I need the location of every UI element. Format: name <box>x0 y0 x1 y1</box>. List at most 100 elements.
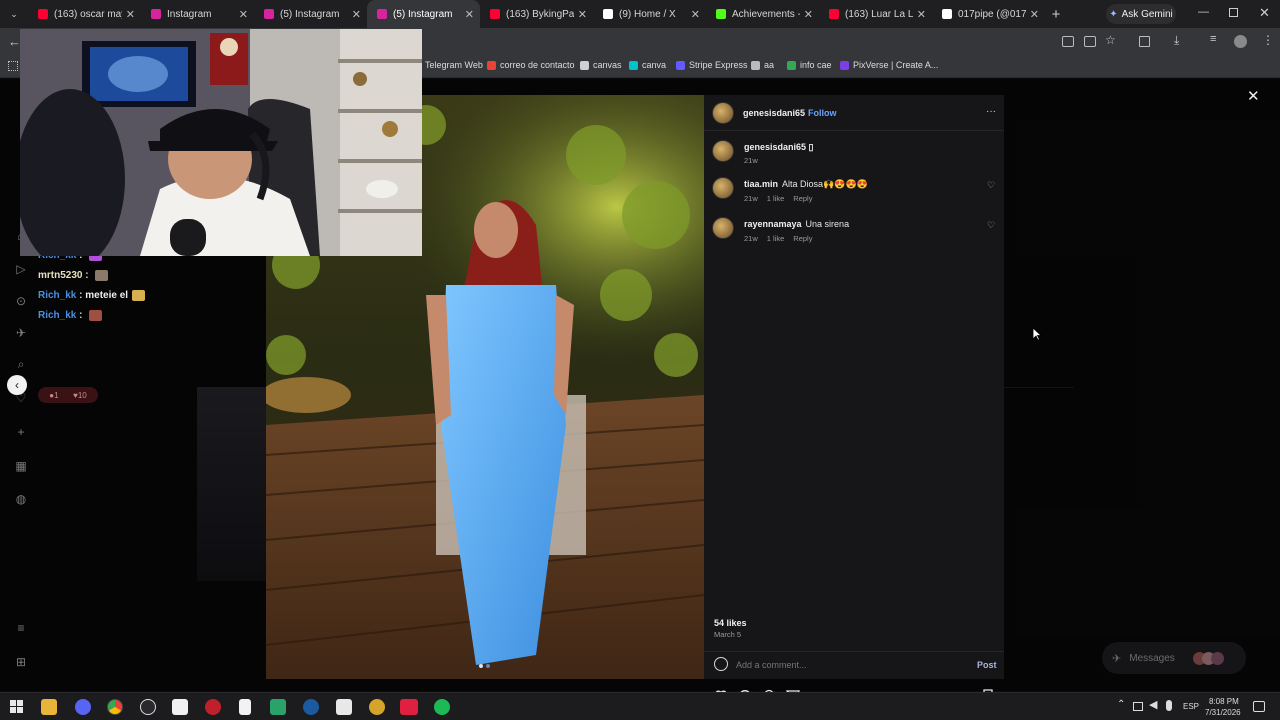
bookmark-item[interactable]: info cae <box>787 60 832 70</box>
messages-nav-icon[interactable]: ✈ <box>14 326 28 340</box>
capcut-icon[interactable] <box>172 699 188 715</box>
tab-close-icon[interactable]: ✕ <box>804 8 813 21</box>
clock-date[interactable]: 7/31/2026 <box>1205 708 1241 717</box>
bookmark-star-icon[interactable]: ☆ <box>1105 33 1116 47</box>
language-indicator[interactable]: ESP <box>1183 702 1199 711</box>
restore-button[interactable] <box>1229 8 1238 17</box>
dashboard-icon[interactable]: ▦ <box>14 459 28 473</box>
start-button[interactable] <box>10 700 23 713</box>
voicemod-icon[interactable] <box>400 699 418 715</box>
tab-close-icon[interactable]: ✕ <box>465 8 474 21</box>
obs-icon[interactable] <box>140 699 156 715</box>
comment-username[interactable]: tiaa.min <box>744 179 778 189</box>
close-modal-icon[interactable]: ✕ <box>1247 87 1260 105</box>
tab-close-icon[interactable]: ✕ <box>578 8 587 21</box>
more-menu-icon[interactable]: ≡ <box>14 621 28 635</box>
comment-reply-button[interactable]: Reply <box>793 194 812 203</box>
apps-icon[interactable] <box>8 61 18 71</box>
search-icon[interactable]: ⌕ <box>14 357 28 371</box>
clock-time[interactable]: 8:08 PM <box>1209 697 1239 706</box>
comment-avatar[interactable] <box>712 177 734 199</box>
comment-reply-button[interactable]: Reply <box>793 234 812 243</box>
tab-close-icon[interactable]: ✕ <box>917 8 926 21</box>
bookmark-item[interactable]: Telegram Web <box>412 60 483 70</box>
app-red-icon[interactable] <box>205 699 221 715</box>
browser-tab[interactable]: Achievements - K ✕ <box>706 0 819 28</box>
phoenix-icon[interactable] <box>270 699 286 715</box>
tray-chevron-icon[interactable]: ⌃ <box>1117 699 1125 710</box>
more-options-icon[interactable]: ··· <box>986 106 996 117</box>
browser-tab[interactable]: 017pipe (@017pip ✕ <box>932 0 1045 28</box>
browser-tab[interactable]: Instagram ✕ <box>141 0 254 28</box>
network-icon[interactable] <box>1133 702 1143 711</box>
volume-icon[interactable]: ◀ <box>1149 698 1157 711</box>
browser-tab[interactable]: (5) Instagram ✕ <box>254 0 367 28</box>
emoji-icon[interactable] <box>714 657 728 671</box>
browser-tab[interactable]: (163) Luar La L x C ✕ <box>819 0 932 28</box>
bookmark-item[interactable]: canva <box>629 60 666 70</box>
author-username[interactable]: genesisdani65 <box>743 108 805 118</box>
ask-gemini-button[interactable]: ✦ Ask Gemini <box>1106 4 1176 24</box>
chrome-icon[interactable] <box>107 699 123 715</box>
browser-tab[interactable]: (9) Home / X ✕ <box>593 0 706 28</box>
comment-input[interactable] <box>736 657 936 673</box>
post-comment-button[interactable]: Post <box>977 660 997 670</box>
steam-icon[interactable] <box>303 699 319 715</box>
bookmark-item[interactable]: Stripe Express <box>676 60 748 70</box>
tab-close-icon[interactable]: ✕ <box>691 8 700 21</box>
caption-username[interactable]: genesisdani65 ▯ <box>744 142 813 153</box>
author-avatar[interactable] <box>712 102 734 124</box>
threads-icon[interactable]: ◍ <box>14 492 28 506</box>
tab-close-icon[interactable]: ✕ <box>352 8 361 21</box>
chat-username[interactable]: Rich_kk <box>38 310 76 321</box>
comment-avatar[interactable] <box>712 217 734 239</box>
carousel-prev-button[interactable]: ‹ <box>7 375 27 395</box>
profile-avatar[interactable] <box>1234 35 1247 48</box>
file-explorer-icon[interactable] <box>41 699 57 715</box>
browser-tab[interactable]: (5) Instagram ✕ <box>367 0 480 28</box>
caption: genesisdani65 ▯ 21w <box>712 139 996 169</box>
comment-likes[interactable]: 1 like <box>767 234 785 243</box>
chat-username[interactable]: mrtn5230 <box>38 270 82 281</box>
translate-icon[interactable] <box>1062 36 1074 47</box>
bookmark-item[interactable]: correo de contacto <box>487 60 575 70</box>
tab-close-icon[interactable]: ✕ <box>126 8 135 21</box>
menu-icon[interactable]: ⋮ <box>1262 33 1274 47</box>
bookmark-item[interactable]: aa <box>751 60 774 70</box>
capcut-alt-icon[interactable] <box>336 699 352 715</box>
browser-tab[interactable]: (163) oscar maydo ✕ <box>28 0 141 28</box>
spotify-icon[interactable] <box>434 699 450 715</box>
reels-icon[interactable]: ▷ <box>14 262 28 276</box>
minimize-button[interactable]: — <box>1198 6 1209 18</box>
tab-search-button[interactable]: ⌄ <box>0 0 28 28</box>
discord-icon[interactable] <box>75 699 91 715</box>
download-icon[interactable]: ⤓ <box>1174 33 1179 48</box>
cast-icon[interactable] <box>1084 36 1096 47</box>
new-tab-button[interactable]: + <box>1045 6 1067 23</box>
tab-close-icon[interactable]: ✕ <box>239 8 248 21</box>
comment-like-icon[interactable]: ♡ <box>987 180 995 191</box>
extensions-icon[interactable] <box>1139 36 1150 47</box>
chat-username[interactable]: Rich_kk <box>38 290 76 301</box>
comment-like-icon[interactable]: ♡ <box>987 220 995 231</box>
browser-tab[interactable]: (163) BykingPalos ✕ <box>480 0 593 28</box>
close-window-button[interactable]: ✕ <box>1259 5 1270 21</box>
also-from-meta-icon[interactable]: ⊞ <box>14 655 28 669</box>
document-icon[interactable] <box>239 699 251 715</box>
comment-username[interactable]: rayennamaya <box>744 219 802 229</box>
bookmark-item[interactable]: PixVerse | Create A... <box>840 60 938 70</box>
follow-button[interactable]: Follow <box>808 108 837 118</box>
messages-dock[interactable]: ✈ Messages <box>1102 642 1246 674</box>
create-icon[interactable]: + <box>14 425 28 439</box>
comment-likes[interactable]: 1 like <box>767 194 785 203</box>
explore-icon[interactable]: ⊙ <box>14 294 28 308</box>
notification-icon[interactable] <box>1253 701 1265 712</box>
app-gold-icon[interactable] <box>369 699 385 715</box>
bookmark-item[interactable]: canvas <box>580 60 622 70</box>
likes-count[interactable]: 54 likes <box>714 618 747 628</box>
post-date: March 5 <box>714 630 742 639</box>
mic-icon[interactable] <box>1166 700 1172 711</box>
caption-avatar[interactable] <box>712 140 734 162</box>
tab-close-icon[interactable]: ✕ <box>1030 8 1039 21</box>
media-icon[interactable]: ≡ <box>1210 33 1216 45</box>
